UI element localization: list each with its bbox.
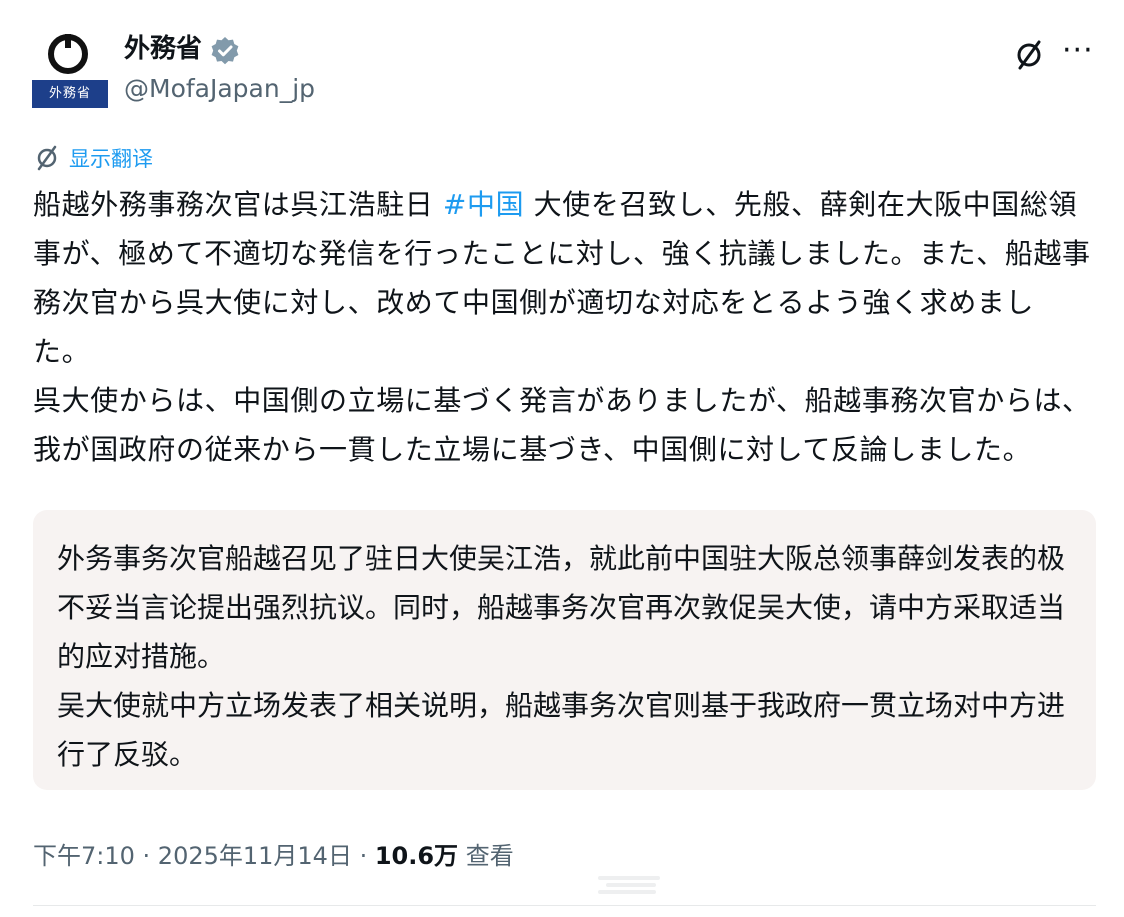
more-options-icon[interactable]: ··· — [1062, 36, 1094, 66]
user-handle[interactable]: @MofaJapan_jp — [124, 73, 315, 105]
views-label: 查看 — [465, 842, 514, 870]
translation-box: 外务事务次官船越召见了驻日大使吴江浩，就此前中国驻大阪总领事薛剑发表的极不妥当言… — [33, 510, 1096, 790]
avatar[interactable]: 外務省 — [32, 32, 108, 108]
avatar-label: 外務省 — [32, 80, 108, 108]
tweet-text-part: 船越外務事務次官は呉江浩駐日 — [33, 188, 443, 221]
watermark-lines — [598, 876, 660, 894]
tweet-meta: 下午7:10 · 2025年11月14日 · 10.6万 查看 — [33, 838, 514, 874]
show-translation-label: 显示翻译 — [69, 147, 153, 171]
tweet-text: 船越外務事務次官は呉江浩駐日 #中国 大使を召致し、先般、薛剣在大阪中国総領事が… — [33, 180, 1091, 474]
meta-separator: · — [134, 842, 158, 870]
views-count: 10.6万 — [374, 842, 459, 870]
tweet-time[interactable]: 下午7:10 — [33, 842, 135, 870]
logo-emblem-icon — [48, 34, 88, 74]
meta-separator: · — [351, 842, 375, 870]
divider — [33, 905, 1096, 906]
display-name[interactable]: 外務省 — [124, 32, 202, 66]
translate-icon[interactable] — [1012, 38, 1046, 72]
tweet-date[interactable]: 2025年11月14日 — [158, 842, 352, 870]
hashtag-link[interactable]: #中国 — [443, 188, 524, 221]
tweet-text-part: 大使を召致し、先般、薛剣在大阪中国総領事が、極めて不適切な発信を行ったことに対し… — [33, 188, 1091, 466]
translation-text: 外务事务次官船越召见了驻日大使吴江浩，就此前中国驻大阪总领事薛剑发表的极不妥当言… — [57, 542, 1066, 771]
show-translation-button[interactable]: 显示翻译 — [33, 142, 153, 174]
verified-badge-icon — [211, 37, 239, 65]
translate-icon — [37, 145, 57, 171]
